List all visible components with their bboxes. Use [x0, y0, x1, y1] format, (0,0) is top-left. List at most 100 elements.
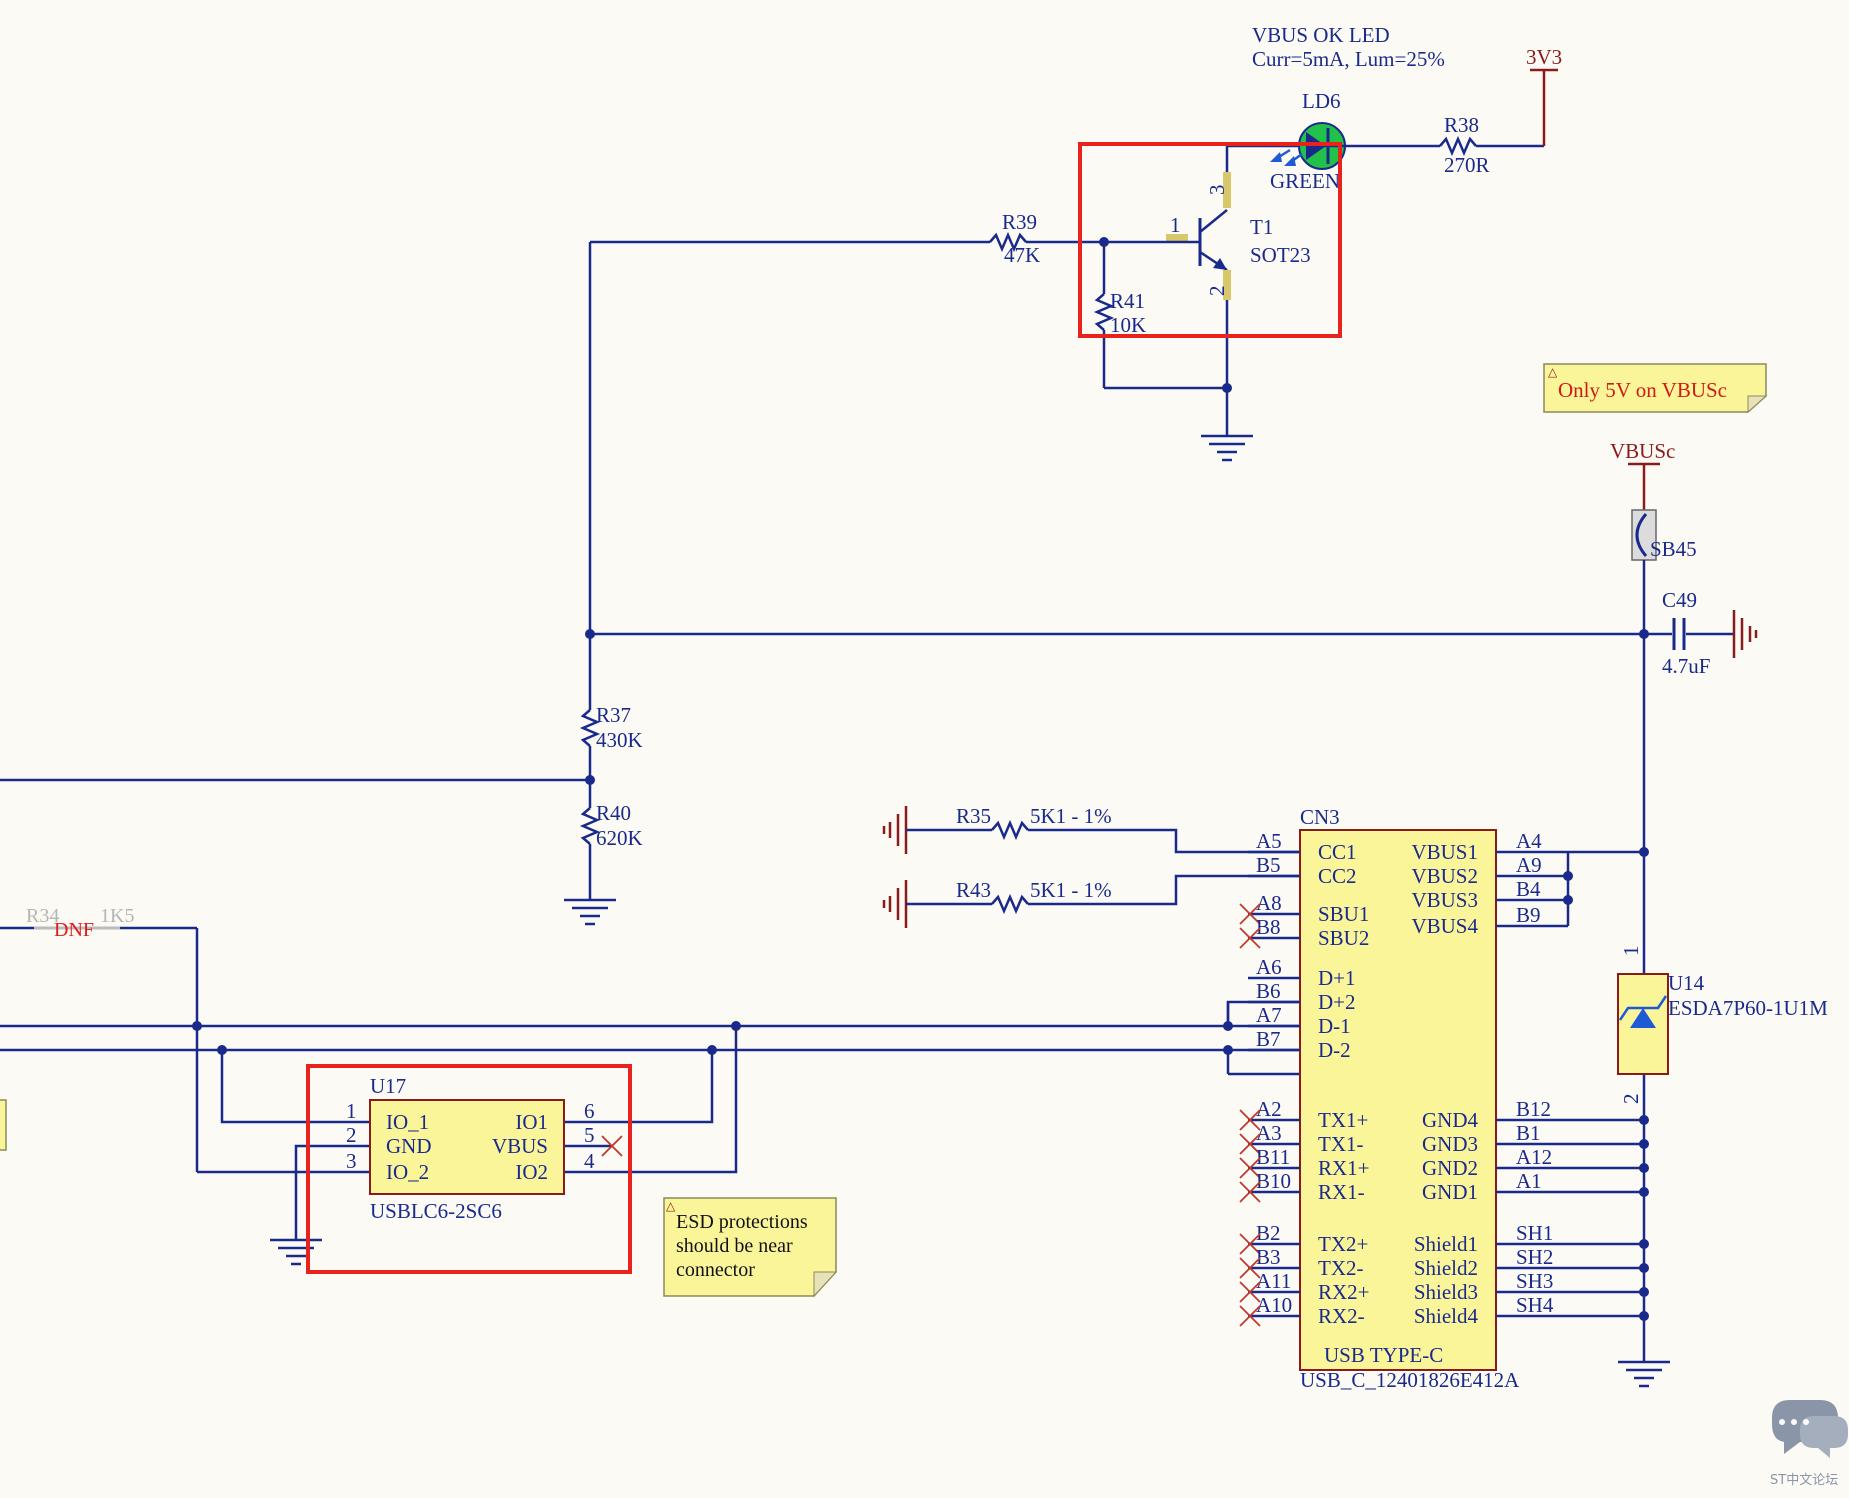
r41-resistor[interactable] — [1093, 293, 1115, 331]
cn3-pin-name: D+2 — [1318, 990, 1356, 1014]
junction — [192, 1021, 202, 1031]
cn3-pin-number: A6 — [1256, 955, 1282, 979]
cn3-pin-name: GND2 — [1422, 1156, 1478, 1180]
note-vbusc: Only 5V on VBUSc — [1558, 378, 1727, 402]
ground-symbol — [1618, 1360, 1670, 1388]
cn3-pin-number: A12 — [1516, 1145, 1552, 1169]
cn3-pin-number: A10 — [1256, 1293, 1292, 1317]
u17-pin-name: IO1 — [515, 1110, 548, 1134]
u14-part: ESDA7P60-1U1M — [1668, 996, 1828, 1020]
junction — [1563, 895, 1573, 905]
cn3-pin-number: A3 — [1256, 1121, 1282, 1145]
cn3-pin-name: VBUS4 — [1411, 914, 1478, 938]
r39-value: 47K — [1004, 243, 1040, 267]
u14-pin2: 2 — [1619, 1094, 1643, 1105]
warning-icon: △ — [666, 1199, 676, 1213]
u14-component[interactable]: 1 2 U14 ESDA7P60-1U1M — [1617, 946, 1828, 1105]
note-esd-line1: ESD protections — [676, 1211, 808, 1233]
u17-pin-name: GND — [386, 1134, 432, 1158]
cn3-pin-number: B12 — [1516, 1097, 1551, 1121]
cn3-pin-name: Shield3 — [1414, 1280, 1478, 1304]
r41-ref: R41 — [1110, 289, 1145, 313]
r37-ref: R37 — [596, 703, 631, 727]
cn3-pin-name: D-2 — [1318, 1038, 1351, 1062]
led-driver-section: VBUS OK LED Curr=5mA, Lum=25% LD6 GREEN … — [590, 23, 1562, 462]
sb45-ref: SB45 — [1650, 537, 1697, 561]
ground-symbol — [564, 844, 616, 926]
r37-resistor[interactable] — [579, 709, 601, 747]
cn3-part: USB_C_12401826E412A — [1300, 1368, 1520, 1392]
u17-pin-number: 6 — [584, 1099, 595, 1123]
r43-value: 5K1 - 1% — [1030, 878, 1112, 902]
cn3-pin-name: CC2 — [1318, 864, 1357, 888]
r40-ref: R40 — [596, 801, 631, 825]
r38-resistor[interactable] — [1439, 135, 1477, 157]
cn3-pin-name: VBUS1 — [1411, 840, 1478, 864]
cn3-pin-name: Shield4 — [1414, 1304, 1479, 1328]
ground-symbol — [882, 880, 908, 928]
cn3-pin-name: GND1 — [1422, 1180, 1478, 1204]
cn3-pin-name: RX2+ — [1318, 1280, 1370, 1304]
r38-ref: R38 — [1444, 113, 1479, 137]
cn3-pin-name: D-1 — [1318, 1014, 1351, 1038]
r38-value: 270R — [1444, 153, 1490, 177]
cn3-component[interactable]: CN3 USB TYPE-C USB_C_12401826E412A A5 CC1… — [1239, 805, 1649, 1392]
ld6-note-line1: VBUS OK LED — [1252, 23, 1390, 47]
junction — [1563, 871, 1573, 881]
t1-package: SOT23 — [1250, 243, 1311, 267]
ground-symbol — [1732, 610, 1758, 658]
r40-resistor[interactable] — [579, 807, 601, 845]
cn3-pin-number: A2 — [1256, 1097, 1282, 1121]
junction — [1639, 1163, 1649, 1173]
led-emission-arrowhead-icon — [1270, 152, 1282, 162]
u17-pin-name: IO_1 — [386, 1110, 429, 1134]
cn3-pin-number: B5 — [1256, 853, 1281, 877]
r34-dnf: DNF — [54, 919, 94, 941]
cc-resistors: R35 5K1 - 1% R43 5K1 - 1% — [882, 804, 1300, 928]
led-emission-arrowhead-icon — [1284, 156, 1296, 166]
u17-part: USBLC6-2SC6 — [370, 1199, 502, 1223]
vbus-divider-section: R37 430K R40 620K — [0, 242, 1644, 926]
cn3-pin-name: TX1+ — [1318, 1108, 1368, 1132]
cn3-pin-name: Shield2 — [1414, 1256, 1478, 1280]
r43-resistor[interactable] — [991, 893, 1029, 915]
ground-symbol — [882, 806, 908, 854]
r41-value: 10K — [1110, 313, 1146, 337]
cn3-pin-name: GND3 — [1422, 1132, 1478, 1156]
r37-value: 430K — [596, 728, 643, 752]
c49-ref: C49 — [1662, 588, 1697, 612]
u14-pin1: 1 — [1619, 946, 1643, 957]
cn3-pin-name: VBUS2 — [1411, 864, 1478, 888]
t1-pin2: 2 — [1205, 286, 1229, 297]
r39-ref: R39 — [1002, 210, 1037, 234]
junction — [1639, 1239, 1649, 1249]
cn3-pin-number: A8 — [1256, 891, 1282, 915]
cn3-pin-number: A7 — [1256, 1003, 1282, 1027]
cn3-pin-number: B7 — [1256, 1027, 1281, 1051]
cn3-pin-name: TX2- — [1318, 1256, 1364, 1280]
junction — [1639, 1311, 1649, 1321]
cn3-pin-name: D+1 — [1318, 966, 1356, 990]
junction — [1639, 1187, 1649, 1197]
junction — [1639, 1115, 1649, 1125]
ld6-color: GREEN — [1270, 169, 1340, 193]
cn3-pin-name: VBUS3 — [1411, 888, 1478, 912]
cn3-pin-number: SH3 — [1516, 1269, 1553, 1293]
cn3-pin-number: B9 — [1516, 903, 1541, 927]
r35-resistor[interactable] — [991, 819, 1029, 841]
cn3-pin-name: Shield1 — [1414, 1232, 1478, 1256]
cn3-pin-name: TX2+ — [1318, 1232, 1368, 1256]
r35-ref: R35 — [956, 804, 991, 828]
u17-pin-number: 1 — [346, 1099, 357, 1123]
cn3-pin-name: TX1- — [1318, 1132, 1364, 1156]
u17-ref: U17 — [370, 1074, 406, 1098]
u17-pin-name: IO2 — [515, 1160, 548, 1184]
cn3-pin-number: SH4 — [1516, 1293, 1554, 1317]
cn3-pin-number: B11 — [1256, 1145, 1290, 1169]
ground-symbol — [1201, 388, 1253, 462]
watermark-logo: ST中文论坛 — [1770, 1400, 1848, 1488]
t1-ref: T1 — [1250, 215, 1273, 239]
junction — [1639, 1139, 1649, 1149]
junction — [585, 629, 595, 639]
u17-component[interactable]: U17 USBLC6-2SC6 1 IO_1 2 GND 3 IO_2 6 IO1 5 VBUS 4… — [306, 1064, 632, 1274]
